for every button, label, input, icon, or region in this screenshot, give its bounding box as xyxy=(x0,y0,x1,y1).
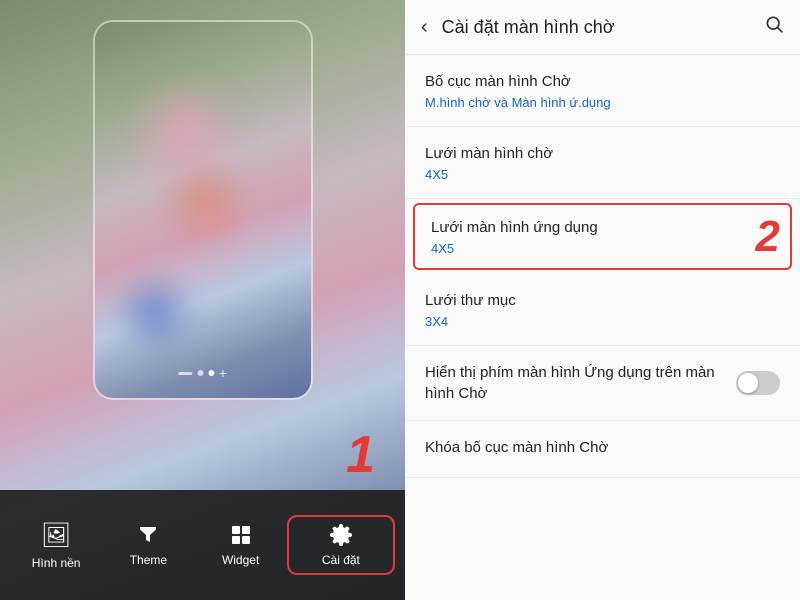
setting-grid-home-title: Lưới màn hình chờ xyxy=(425,143,780,164)
setting-grid-home-subtitle: 4X5 xyxy=(425,167,780,182)
blur-blob-2 xyxy=(155,162,255,242)
setting-layout-title: Bố cục màn hình Chờ xyxy=(425,71,780,92)
theme-icon xyxy=(136,523,160,547)
left-panel: + 1 🖼 Hình nền Theme xyxy=(0,0,405,600)
theme-label: Theme xyxy=(130,553,167,567)
page-indicator: + xyxy=(178,366,227,380)
setting-grid-app-subtitle: 4X5 xyxy=(431,241,774,256)
setting-grid-folder[interactable]: Lưới thư mục 3X4 xyxy=(405,274,800,346)
setting-lock-layout-title: Khóa bố cục màn hình Chờ xyxy=(425,437,780,458)
apps-toggle-switch[interactable] xyxy=(736,371,780,395)
settings-label: Cài đặt xyxy=(322,553,360,567)
page-dot-1 xyxy=(197,370,203,376)
widget-label: Widget xyxy=(222,553,259,567)
back-button[interactable]: ‹ xyxy=(421,16,428,39)
page-title: Cài đặt màn hình chờ xyxy=(442,17,754,38)
widget-icon xyxy=(229,523,253,547)
wallpaper-label: Hình nền xyxy=(32,556,81,570)
setting-grid-home[interactable]: Lưới màn hình chờ 4X5 xyxy=(405,127,800,199)
settings-header: ‹ Cài đặt màn hình chờ xyxy=(405,0,800,55)
bottom-item-settings[interactable]: Cài đặt xyxy=(287,515,395,575)
apps-toggle-row: Hiển thị phím màn hình Ứng dụng trên màn… xyxy=(425,362,780,404)
bottom-item-wallpaper[interactable]: 🖼 Hình nền xyxy=(10,513,102,578)
bottom-item-theme[interactable]: Theme xyxy=(102,515,194,575)
page-dot-2 xyxy=(208,370,214,376)
apps-button-title: Hiển thị phím màn hình Ứng dụng trên màn… xyxy=(425,362,736,404)
setting-grid-app-title: Lưới màn hình ứng dụng xyxy=(431,217,774,238)
wallpaper-icon: 🖼 xyxy=(41,521,71,550)
setting-grid-folder-subtitle: 3X4 xyxy=(425,314,780,329)
bottom-item-widget[interactable]: Widget xyxy=(195,515,287,575)
settings-list: Bố cục màn hình Chờ M.hình chờ và Màn hì… xyxy=(405,55,800,600)
setting-grid-folder-title: Lưới thư mục xyxy=(425,290,780,311)
step-badge-2: 2 xyxy=(756,212,780,262)
phone-screen: + xyxy=(95,22,311,398)
blur-blob-3 xyxy=(115,268,195,358)
page-add-icon: + xyxy=(219,366,227,380)
setting-apps-button[interactable]: Hiển thị phím màn hình Ứng dụng trên màn… xyxy=(405,346,800,421)
bottom-bar: 🖼 Hình nền Theme Widget xyxy=(0,490,405,600)
step-badge-1: 1 xyxy=(346,425,375,485)
setting-grid-app[interactable]: Lưới màn hình ứng dụng 4X5 2 xyxy=(413,203,792,270)
setting-lock-layout[interactable]: Khóa bố cục màn hình Chờ xyxy=(405,421,800,478)
search-button[interactable] xyxy=(764,14,784,40)
right-panel: ‹ Cài đặt màn hình chờ Bố cục màn hình C… xyxy=(405,0,800,600)
settings-icon xyxy=(329,523,353,547)
setting-layout[interactable]: Bố cục màn hình Chờ M.hình chờ và Màn hì… xyxy=(405,55,800,127)
phone-preview-frame: + xyxy=(93,20,313,400)
page-dot-dash xyxy=(178,372,192,375)
setting-layout-subtitle: M.hình chờ và Màn hình ứ.dụng xyxy=(425,95,780,110)
